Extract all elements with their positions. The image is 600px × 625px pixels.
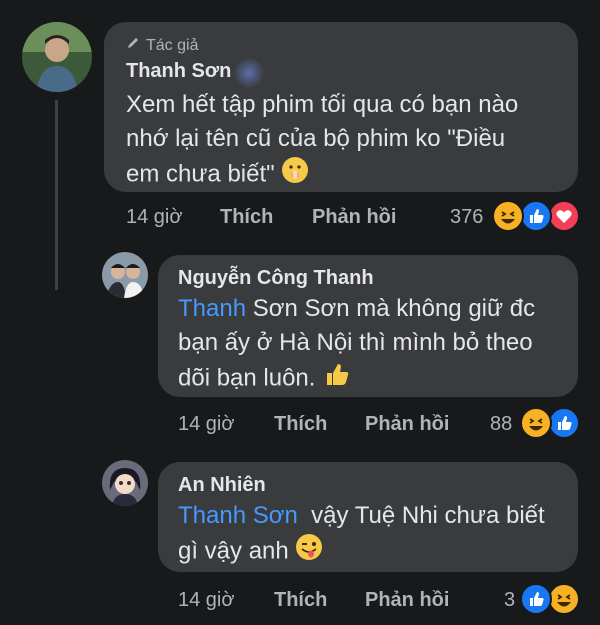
like-button[interactable]: Thích [274,589,327,612]
reply-button[interactable]: Phản hồi [312,206,396,229]
winking-tongue-emoji-icon [295,533,323,571]
like-reaction-icon[interactable] [520,200,552,232]
shushing-emoji-icon [281,156,309,194]
like-button[interactable]: Thích [220,206,273,229]
comment-time[interactable]: 14 giờ [178,589,234,612]
reaction-count[interactable]: 376 [450,206,483,229]
avatar[interactable] [102,252,148,298]
comment-text: Thanh Sơn vậy Tuệ Nhi chưa biết gì vậy a… [178,499,568,571]
comment-text: Thanh Sơn Sơn mà không giữ đc bạn ấy ở H… [178,292,568,398]
commenter-name[interactable]: An Nhiên [178,474,266,497]
reaction-count[interactable]: 3 [504,589,515,612]
thread-line [55,100,58,290]
haha-reaction-icon[interactable] [548,583,580,615]
avatar[interactable] [102,460,148,506]
haha-reaction-icon[interactable] [520,407,552,439]
author-badge: Tác giả [126,36,198,55]
comment-text: Xem hết tập phim tối qua có bạn nào nhớ … [126,88,566,194]
commenter-name[interactable]: Thanh Sơn [126,60,231,83]
comment-time[interactable]: 14 giờ [178,413,234,436]
haha-reaction-icon[interactable] [492,200,524,232]
author-badge-label: Tác giả [146,36,199,54]
pencil-icon [126,36,140,55]
commenter-name[interactable]: Nguyễn Công Thanh [178,267,374,290]
reaction-count[interactable]: 88 [490,413,512,436]
verified-badge-blurred [234,58,264,88]
like-reaction-icon[interactable] [520,583,552,615]
avatar[interactable] [22,22,92,92]
like-reaction-icon[interactable] [548,407,580,439]
reply-button[interactable]: Phản hồi [365,413,449,436]
like-button[interactable]: Thích [274,413,327,436]
love-reaction-icon[interactable] [548,200,580,232]
mention-link[interactable]: Thanh [178,295,246,322]
comment-time[interactable]: 14 giờ [126,206,182,229]
thumbs-up-emoji-icon [322,360,350,398]
mention-link[interactable]: Thanh Sơn [178,502,298,529]
reply-button[interactable]: Phản hồi [365,589,449,612]
